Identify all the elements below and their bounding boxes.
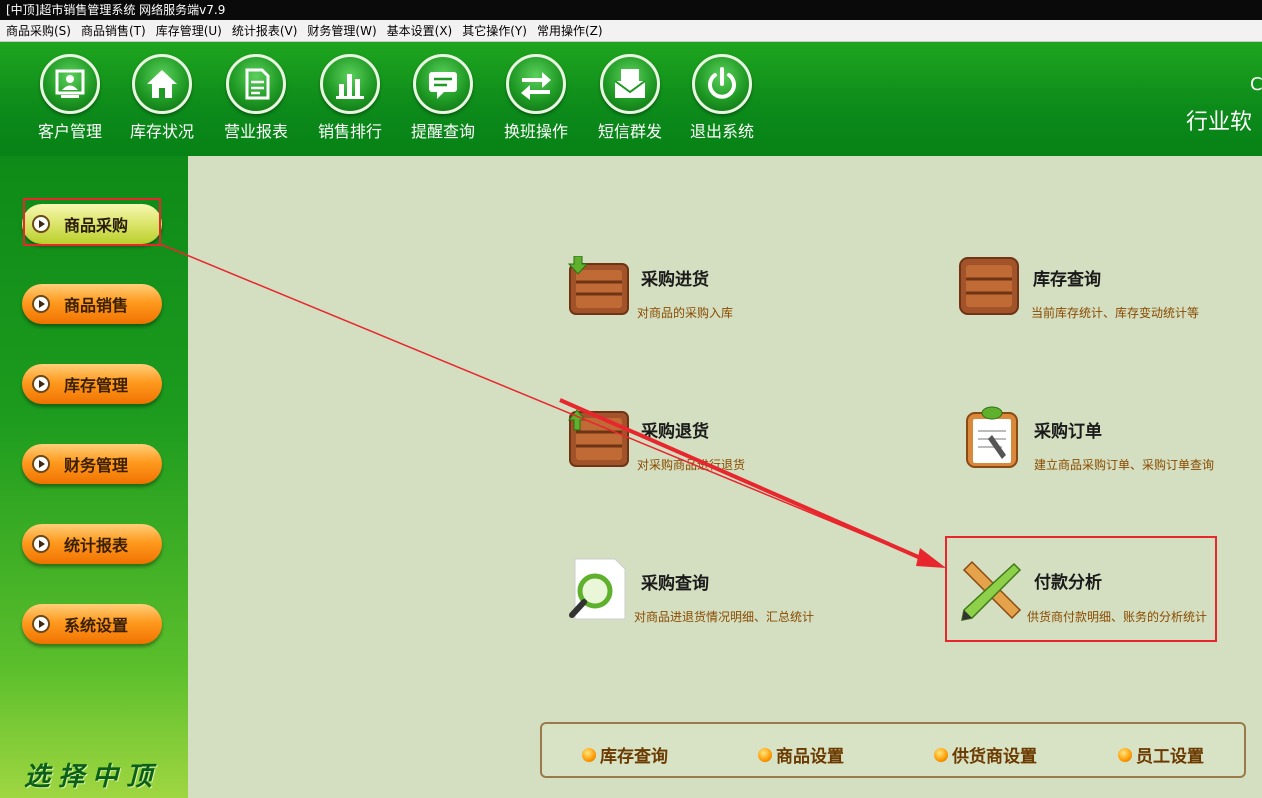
sidebar: 商品采购 商品销售 库存管理 财务管理 统计报表 系统设置 <box>0 156 188 798</box>
clipboard-icon <box>962 405 1024 468</box>
swap-icon <box>506 54 566 114</box>
quick-link-label: 库存查询 <box>600 747 668 767</box>
bullet-icon <box>582 747 596 762</box>
item-title: 付款分析 <box>1034 573 1102 593</box>
toolbar-label: 销售排行 <box>317 122 382 141</box>
quick-link-supplier-settings[interactable]: 供货商设置 <box>934 742 1037 767</box>
menu-item-common[interactable]: 常用操作(Z) <box>537 20 603 41</box>
sidebar-item-finance[interactable]: 财务管理 <box>22 444 162 484</box>
crate-return-icon <box>567 408 629 468</box>
menu-item-reports[interactable]: 统计报表(V) <box>232 20 298 41</box>
item-desc: 对商品的采购入库 <box>637 306 734 320</box>
toolbar-label: 退出系统 <box>689 122 754 141</box>
pencil-ruler-icon <box>958 558 1022 621</box>
sidebar-item-settings[interactable]: 系统设置 <box>22 604 162 644</box>
item-title: 库存查询 <box>1033 270 1101 290</box>
highlight-box-purchase <box>23 198 161 246</box>
shift-change-button[interactable]: 换班操作 <box>496 54 576 148</box>
sidebar-item-label: 财务管理 <box>64 456 129 475</box>
window-title: [中顶]超市销售管理系统 网络服务端v7.9 <box>0 0 1262 20</box>
play-icon <box>32 455 50 473</box>
menu-item-other[interactable]: 其它操作(Y) <box>462 20 527 41</box>
sidebar-item-reports[interactable]: 统计报表 <box>22 524 162 564</box>
power-icon <box>692 54 752 114</box>
quick-link-product-settings[interactable]: 商品设置 <box>758 742 844 767</box>
menu-item-inventory[interactable]: 库存管理(U) <box>156 20 222 41</box>
home-icon <box>132 54 192 114</box>
item-title: 采购订单 <box>1034 422 1102 442</box>
item-desc: 建立商品采购订单、采购订单查询 <box>1034 458 1215 472</box>
toolbar-label: 库存状况 <box>129 122 194 141</box>
item-desc: 当前库存统计、库存变动统计等 <box>1031 306 1200 320</box>
envelope-icon <box>600 54 660 114</box>
brand-mark: C <box>1250 74 1262 95</box>
play-icon <box>32 535 50 553</box>
sms-broadcast-button[interactable]: 短信群发 <box>590 54 670 148</box>
report-icon <box>226 54 286 114</box>
exit-system-button[interactable]: 退出系统 <box>682 54 762 148</box>
toolbar-label: 客户管理 <box>37 122 102 141</box>
quick-links-panel: 库存查询 商品设置 供货商设置 员工设置 <box>540 722 1246 778</box>
quick-link-inventory-query[interactable]: 库存查询 <box>582 742 668 767</box>
item-desc: 对采购商品进行退货 <box>637 458 746 472</box>
sidebar-item-label: 统计报表 <box>64 536 129 555</box>
play-icon <box>32 615 50 633</box>
slogan: 选择中顶 <box>24 762 161 792</box>
toolbar: 客户管理 库存状况 营业报表 销售排行 提醒查询 换班操作 短信群发 退出系统 … <box>0 42 1262 156</box>
sidebar-item-sales[interactable]: 商品销售 <box>22 284 162 324</box>
menu-item-sales[interactable]: 商品销售(T) <box>81 20 146 41</box>
item-title: 采购查询 <box>641 574 709 594</box>
sidebar-item-label: 库存管理 <box>64 376 129 395</box>
toolbar-label: 提醒查询 <box>410 122 475 141</box>
menu-item-purchase[interactable]: 商品采购(S) <box>6 20 71 41</box>
sidebar-item-inventory[interactable]: 库存管理 <box>22 364 162 404</box>
customer-icon <box>40 54 100 114</box>
message-icon <box>413 54 473 114</box>
play-icon <box>32 375 50 393</box>
brand-text: 行业软 <box>1186 110 1253 135</box>
bullet-icon <box>934 747 948 762</box>
toolbar-label: 营业报表 <box>223 122 288 141</box>
menu-item-basic-settings[interactable]: 基本设置(X) <box>387 20 453 41</box>
quick-link-label: 供货商设置 <box>952 747 1037 767</box>
magnifier-icon <box>567 557 629 620</box>
play-icon <box>32 295 50 313</box>
item-title: 采购退货 <box>641 422 709 442</box>
quick-link-staff-settings[interactable]: 员工设置 <box>1118 742 1204 767</box>
business-report-button[interactable]: 营业报表 <box>216 54 296 148</box>
inventory-status-button[interactable]: 库存状况 <box>122 54 202 148</box>
quick-link-label: 商品设置 <box>776 747 844 767</box>
toolbar-label: 换班操作 <box>503 122 568 141</box>
sidebar-item-label: 系统设置 <box>64 616 129 635</box>
sales-ranking-button[interactable]: 销售排行 <box>310 54 390 148</box>
item-desc: 对商品进退货情况明细、汇总统计 <box>634 610 815 624</box>
bullet-icon <box>1118 747 1132 762</box>
crate-in-icon <box>567 255 629 316</box>
bullet-icon <box>758 747 772 762</box>
item-desc: 供货商付款明细、账务的分析统计 <box>1027 610 1208 624</box>
item-title: 采购进货 <box>641 270 709 290</box>
toolbar-label: 短信群发 <box>597 122 662 141</box>
menu-bar: 商品采购(S) 商品销售(T) 库存管理(U) 统计报表(V) 财务管理(W) … <box>0 20 1262 42</box>
reminder-query-button[interactable]: 提醒查询 <box>403 54 483 148</box>
quick-link-label: 员工设置 <box>1136 747 1204 767</box>
crate-icon <box>958 256 1020 316</box>
bar-chart-icon <box>320 54 380 114</box>
menu-item-finance[interactable]: 财务管理(W) <box>307 20 376 41</box>
customer-button[interactable]: 客户管理 <box>30 54 110 148</box>
sidebar-item-label: 商品销售 <box>64 296 129 315</box>
